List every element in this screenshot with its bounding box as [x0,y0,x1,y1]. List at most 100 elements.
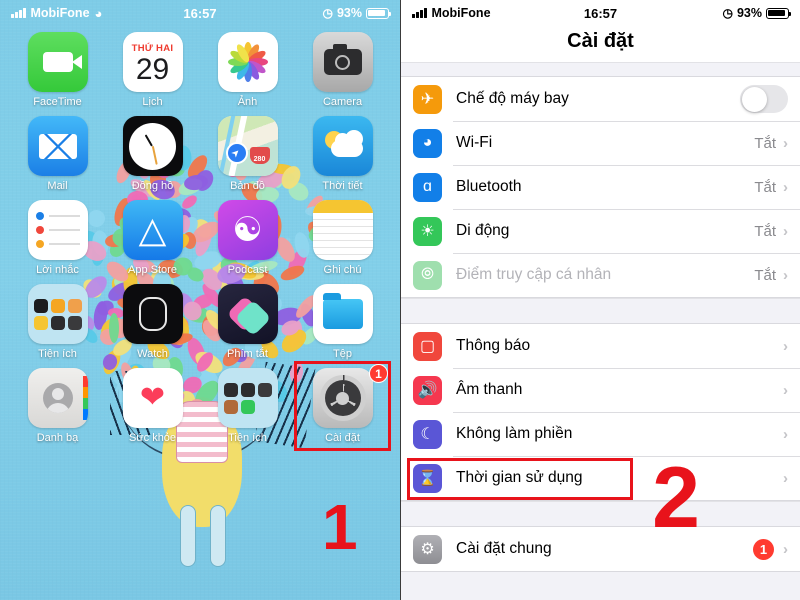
settings-row-label: Thông báo [456,337,783,355]
chevron-right-icon: › [783,267,788,284]
hotspot-icon: ⦾ [413,261,442,290]
settings-row-sounds[interactable]: 🔊 Âm thanh › [401,368,800,412]
settings-row-label: Không làm phiền [456,425,783,443]
settings-row-do-not-disturb[interactable]: ☾ Không làm phiền › [401,412,800,456]
settings-gear-icon [320,375,366,421]
app-icon-maps[interactable]: 280 Bản đồ [206,116,289,192]
chevron-right-icon: › [783,426,788,443]
app-label: Tiện ích [38,348,77,360]
bluetooth-icon: ɑ [413,173,442,202]
settings-row-notifications[interactable]: ▢ Thông báo › [401,324,800,368]
app-badge-count: 1 [369,364,388,383]
page-title: Cài đặt [401,26,800,62]
general-settings-icon: ⚙ [413,535,442,564]
section-gap [401,298,800,323]
app-label: Camera [323,96,362,108]
app-icon-app-store[interactable]: △ App Store [111,200,194,276]
settings-row-label: Chế độ máy bay [456,90,740,108]
ios-settings-screen: MobiFone 16:57 ◷ 93% Cài đặt ✈ Chế độ má… [400,0,800,600]
settings-row-label: Âm thanh [456,381,783,399]
chevron-right-icon: › [783,541,788,558]
app-icon-calendar[interactable]: THỨ HAI 29 Lịch [111,32,194,108]
chevron-right-icon: › [783,338,788,355]
app-label: App Store [128,264,177,276]
clock-label: 16:57 [401,6,800,21]
section-gap [401,62,800,76]
settings-row-value: Tắt [754,223,776,240]
settings-row-wifi[interactable]: ◕ Wi-Fi Tắt › [401,121,800,165]
annotation-step-2: 2 [652,455,700,541]
app-label: Tiện ích [228,432,267,444]
settings-group-connectivity: ✈ Chế độ máy bay ◕ Wi-Fi Tắt › ɑ Bluetoo… [401,76,800,298]
app-icon-watch[interactable]: Watch [111,284,194,360]
notifications-icon: ▢ [413,332,442,361]
app-icon-clock[interactable]: Đồng hồ [111,116,194,192]
clock-label: 16:57 [0,6,400,21]
do-not-disturb-icon: ☾ [413,420,442,449]
app-label: Cài đặt [325,432,360,444]
battery-icon [766,8,789,19]
chevron-right-icon: › [783,382,788,399]
settings-row-label: Bluetooth [456,178,754,196]
app-label: Sức khỏe [129,432,176,444]
app-icon-notes[interactable]: Ghi chú [301,200,384,276]
settings-row-airplane-mode[interactable]: ✈ Chế độ máy bay [401,77,800,121]
airplane-mode-toggle[interactable] [740,85,788,113]
settings-group-notifications: ▢ Thông báo › 🔊 Âm thanh › ☾ Không làm p… [401,323,800,501]
status-bar: MobiFone ◕ 16:57 ◷ 93% [0,0,400,26]
app-icon-reminders[interactable]: Lời nhắc [16,200,99,276]
app-grid: FaceTime THỨ HAI 29 Lịch Ảnh Camera Mail… [0,26,400,444]
app-icon-mail[interactable]: Mail [16,116,99,192]
app-folder-utilities-2[interactable]: Tiện ích [206,368,289,444]
settings-row-label: Di động [456,222,754,240]
app-icon-facetime[interactable]: FaceTime [16,32,99,108]
route-shield-label: 280 [250,147,270,164]
airplane-icon: ✈ [413,85,442,114]
annotation-step-1: 1 [322,495,358,559]
status-bar: MobiFone 16:57 ◷ 93% [401,0,800,26]
app-label: Thời tiết [322,180,362,192]
settings-row-cellular[interactable]: ☀ Di động Tắt › [401,209,800,253]
app-icon-settings[interactable]: 1 Cài đặt [301,368,384,444]
app-label: Danh bạ [37,432,79,444]
app-label: Lời nhắc [36,264,79,276]
app-label: FaceTime [33,96,82,108]
app-label: Bản đồ [230,180,265,192]
sound-icon: 🔊 [413,376,442,405]
screen-time-icon: ⌛ [413,464,442,493]
settings-group-general: ⚙ Cài đặt chung 1 › [401,526,800,572]
app-icon-shortcuts[interactable]: Phím tắt [206,284,289,360]
wifi-icon: ◕ [413,129,442,158]
settings-row-value: Tắt [754,135,776,152]
settings-row-value: Tắt [754,267,776,284]
settings-row-screen-time[interactable]: ⌛ Thời gian sử dụng › [401,456,800,500]
chevron-right-icon: › [783,223,788,240]
chevron-right-icon: › [783,179,788,196]
section-gap [401,501,800,526]
app-label: Ghi chú [324,264,362,276]
app-icon-camera[interactable]: Camera [301,32,384,108]
app-label: Đồng hồ [132,180,174,192]
settings-row-label: Cài đặt chung [456,540,753,558]
app-icon-weather[interactable]: Thời tiết [301,116,384,192]
app-icon-contacts[interactable]: Danh bạ [16,368,99,444]
app-label: Ảnh [238,96,258,108]
app-label: Watch [137,348,168,360]
app-label: Phím tắt [227,348,268,360]
app-icon-files[interactable]: Tệp [301,284,384,360]
settings-row-bluetooth[interactable]: ɑ Bluetooth Tắt › [401,165,800,209]
settings-row-label: Wi-Fi [456,134,754,152]
cellular-icon: ☀ [413,217,442,246]
chevron-right-icon: › [783,470,788,487]
calendar-day: 29 [136,54,169,86]
settings-row-personal-hotspot[interactable]: ⦾ Điểm truy cập cá nhân Tắt › [401,253,800,297]
iphone-home-screen: MobiFone ◕ 16:57 ◷ 93% FaceTime THỨ HAI … [0,0,400,600]
chevron-right-icon: › [783,135,788,152]
app-icon-health[interactable]: ❤ Sức khỏe [111,368,194,444]
app-label: Tệp [333,348,352,360]
app-icon-podcasts[interactable]: ☯ Podcast [206,200,289,276]
settings-row-general[interactable]: ⚙ Cài đặt chung 1 › [401,527,800,571]
app-icon-photos[interactable]: Ảnh [206,32,289,108]
app-folder-utilities[interactable]: Tiện ích [16,284,99,360]
settings-row-badge: 1 [753,539,774,560]
